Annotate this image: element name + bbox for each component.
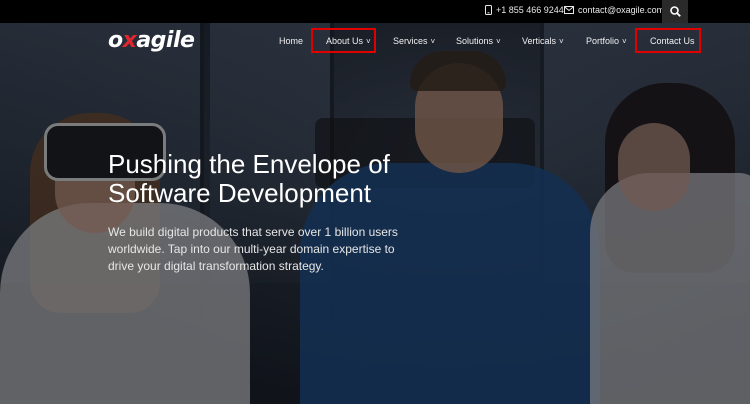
search-icon <box>669 6 681 17</box>
chevron-down-icon: ˅ <box>496 36 501 46</box>
hero-headline: Pushing the Envelope of Software Develop… <box>108 150 428 208</box>
chevron-down-icon: ˅ <box>622 36 627 46</box>
headline-line-2: Software Development <box>108 178 372 208</box>
nav-label: Verticals <box>522 36 557 46</box>
search-button[interactable] <box>662 0 688 23</box>
nav-label: Home <box>279 36 304 46</box>
nav-label: Portfolio <box>586 36 620 46</box>
top-utility-bar: +1 855 466 9244 contact@oxagile.com <box>0 0 750 23</box>
headline-line-1: Pushing the Envelope of <box>108 149 390 179</box>
envelope-icon <box>564 6 574 14</box>
nav-item-portfolio[interactable]: Portfolio ˅ <box>586 36 627 46</box>
oxagile-logo[interactable]: oxagile <box>108 28 195 53</box>
logo-x: x <box>122 28 137 53</box>
logo-prefix: o <box>108 28 123 53</box>
email-link[interactable]: contact@oxagile.com <box>564 5 664 15</box>
nav-label: Services <box>393 36 428 46</box>
chevron-down-icon: ˅ <box>430 36 436 46</box>
hero-subtext: We build digital products that serve ove… <box>108 225 398 273</box>
nav-item-verticals[interactable]: Verticals ˅ <box>522 36 564 46</box>
phone-link[interactable]: +1 855 466 9244 <box>485 5 564 15</box>
nav-item-solutions[interactable]: Solutions ˅ <box>456 36 501 46</box>
phone-icon <box>485 5 492 15</box>
hero-banner <box>0 23 750 404</box>
about-us-highlight-box <box>311 28 376 53</box>
nav-item-services[interactable]: Services ˅ <box>393 36 435 46</box>
logo-suffix: agile <box>136 28 195 53</box>
nav-item-home[interactable]: Home <box>279 36 303 46</box>
hero-dark-overlay <box>0 23 750 404</box>
contact-us-highlight-box <box>635 28 701 53</box>
nav-label: Solutions <box>456 36 494 46</box>
chevron-down-icon: ˅ <box>559 36 564 46</box>
email-address: contact@oxagile.com <box>578 5 665 15</box>
phone-number: +1 855 466 9244 <box>496 5 564 15</box>
